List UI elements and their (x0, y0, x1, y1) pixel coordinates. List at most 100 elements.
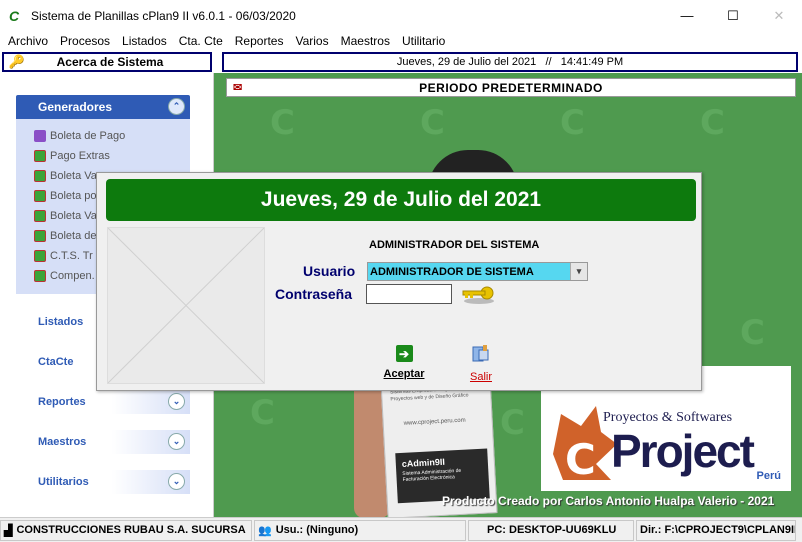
document-icon (34, 210, 46, 222)
building-icon: ▟ (4, 524, 13, 537)
sidebar-item-utilitarios[interactable]: Utilitarios ⌄ (16, 470, 190, 494)
sidebar-link-label: Reportes (38, 396, 86, 408)
toolbar: 🔑 Acerca de Sistema Jueves, 29 de Julio … (0, 51, 802, 73)
menu-reportes[interactable]: Reportes (229, 34, 290, 48)
generators-title: Generadores (38, 100, 113, 114)
document-icon (34, 150, 46, 162)
menu-procesos[interactable]: Procesos (54, 34, 116, 48)
pattern-logo-icon: C (420, 103, 445, 143)
about-label: Acerca de Sistema (56, 55, 164, 69)
menu-listados[interactable]: Listados (116, 34, 173, 48)
status-dir: Dir.: F:\CPROJECT9\CPLAN9II (636, 519, 796, 541)
pattern-logo-icon: C (250, 393, 275, 433)
exit-door-icon (472, 345, 489, 362)
pattern-logo-icon: C (500, 403, 525, 443)
generator-label: Boleta de Pago (50, 130, 126, 142)
calendar-icon: ✉ (233, 82, 243, 94)
generator-item[interactable]: Compen. (34, 266, 95, 286)
document-icon (34, 250, 46, 262)
pattern-logo-icon: C (270, 103, 295, 143)
phone-app-sub: Sistema Administración de Facturación El… (402, 467, 462, 483)
login-dialog: Jueves, 29 de Julio del 2021 ADMINISTRAD… (96, 172, 702, 391)
window-title: Sistema de Planillas cPlan9 II v6.0.1 - … (31, 8, 296, 23)
document-icon (34, 170, 46, 182)
generator-label: Boleta po (50, 190, 97, 202)
brand-country: Perú (756, 470, 781, 482)
generator-label: Compen. (50, 270, 95, 282)
user-photo-placeholder (107, 227, 265, 384)
sidebar-link-label: Listados (38, 316, 84, 328)
sidebar-link-label: Maestros (38, 436, 87, 448)
dialog-date-banner: Jueves, 29 de Julio del 2021 (106, 179, 696, 221)
exit-label: Salir (469, 371, 492, 383)
generator-label: C.T.S. Tr (50, 250, 93, 262)
status-dir-text: Dir.: F:\CPROJECT9\CPLAN9II (640, 524, 796, 536)
pattern-logo-icon: C (560, 103, 585, 143)
sidebar-item-maestros[interactable]: Maestros ⌄ (16, 430, 190, 454)
menu-bar: Archivo Procesos Listados Cta. Cte Repor… (0, 31, 802, 51)
key-icon (462, 286, 494, 304)
datetime-display: Jueves, 29 de Julio del 2021 // 14:41:49… (222, 52, 798, 72)
menu-varios[interactable]: Varios (289, 34, 334, 48)
expand-icon[interactable]: ⌄ (168, 433, 185, 450)
user-select-value: ADMINISTRADOR DE SISTEMA (370, 265, 534, 278)
maximize-button[interactable]: ☐ (710, 0, 756, 31)
chevron-down-icon[interactable]: ▾ (570, 263, 587, 280)
period-label: PERIODO PREDETERMINADO (419, 80, 603, 95)
password-field[interactable] (366, 284, 452, 304)
collapse-icon[interactable]: ⌃ (168, 98, 185, 115)
user-select[interactable]: ADMINISTRADOR DE SISTEMA ▾ (367, 262, 588, 281)
status-user-text: Usu.: (Ninguno) (275, 524, 359, 536)
document-icon (34, 130, 46, 142)
generator-item[interactable]: Boleta de Pago (34, 126, 125, 146)
image-placeholder-icon (107, 227, 265, 384)
accept-button[interactable]: ➔ Aceptar (381, 343, 427, 383)
sidebar-link-label: CtaCte (38, 356, 74, 368)
generator-label: Boleta de (50, 230, 97, 242)
sidebar-link-label: Utilitarios (38, 476, 89, 488)
sidebar-item-reportes[interactable]: Reportes ⌄ (16, 390, 190, 414)
generator-item[interactable]: Boleta Va (34, 206, 97, 226)
status-pc-text: PC: DESKTOP-UU69KLU (487, 524, 617, 536)
generator-label: Boleta Va (50, 170, 97, 182)
expand-icon[interactable]: ⌄ (168, 473, 185, 490)
menu-maestros[interactable]: Maestros (335, 34, 396, 48)
status-company: ▟ CONSTRUCCIONES RUBAU S.A. SUCURSA (0, 519, 252, 541)
title-bar: C Sistema de Planillas cPlan9 II v6.0.1 … (0, 0, 802, 31)
pattern-logo-icon: C (740, 313, 765, 353)
generator-item[interactable]: C.T.S. Tr (34, 246, 93, 266)
brand-name: Project (611, 425, 755, 477)
menu-archivo[interactable]: Archivo (2, 34, 54, 48)
status-company-text: CONSTRUCCIONES RUBAU S.A. SUCURSA (16, 524, 246, 536)
generator-item[interactable]: Pago Extras (34, 146, 110, 166)
svg-text:C: C (565, 435, 596, 482)
generators-header[interactable]: Generadores ⌃ (16, 95, 190, 119)
phone-url: www.cproject.peru.com (403, 417, 466, 427)
credit-text: Producto Creado por Carlos Antonio Hualp… (442, 494, 775, 508)
minimize-button[interactable]: — (664, 0, 710, 31)
menu-cta-cte[interactable]: Cta. Cte (173, 34, 229, 48)
expand-icon[interactable]: ⌄ (168, 393, 185, 410)
status-pc: PC: DESKTOP-UU69KLU (468, 519, 634, 541)
accept-label: Aceptar (383, 368, 425, 380)
document-icon (34, 270, 46, 282)
period-bar: ✉ PERIODO PREDETERMINADO (226, 78, 796, 97)
pattern-logo-icon: C (700, 103, 725, 143)
arrow-right-icon: ➔ (395, 345, 413, 362)
document-icon (34, 190, 46, 202)
generator-item[interactable]: Boleta de (34, 226, 96, 246)
document-icon (34, 230, 46, 242)
close-button[interactable]: ✕ (756, 0, 802, 31)
generator-item[interactable]: Boleta po (34, 186, 96, 206)
menu-utilitario[interactable]: Utilitario (396, 34, 451, 48)
app-icon: C (9, 7, 20, 24)
generator-item[interactable]: Boleta Va (34, 166, 97, 186)
password-label: Contraseña (275, 286, 353, 302)
user-label: Usuario (303, 263, 356, 279)
generator-label: Pago Extras (50, 150, 110, 162)
dialog-heading: ADMINISTRADOR DEL SISTEMA (369, 239, 540, 251)
exit-button[interactable]: Salir (461, 343, 501, 383)
status-bar: ▟ CONSTRUCCIONES RUBAU S.A. SUCURSA 👥 Usu.… (0, 517, 802, 542)
status-user: 👥 Usu.: (Ninguno) (254, 519, 466, 541)
about-button[interactable]: 🔑 Acerca de Sistema (2, 52, 212, 72)
